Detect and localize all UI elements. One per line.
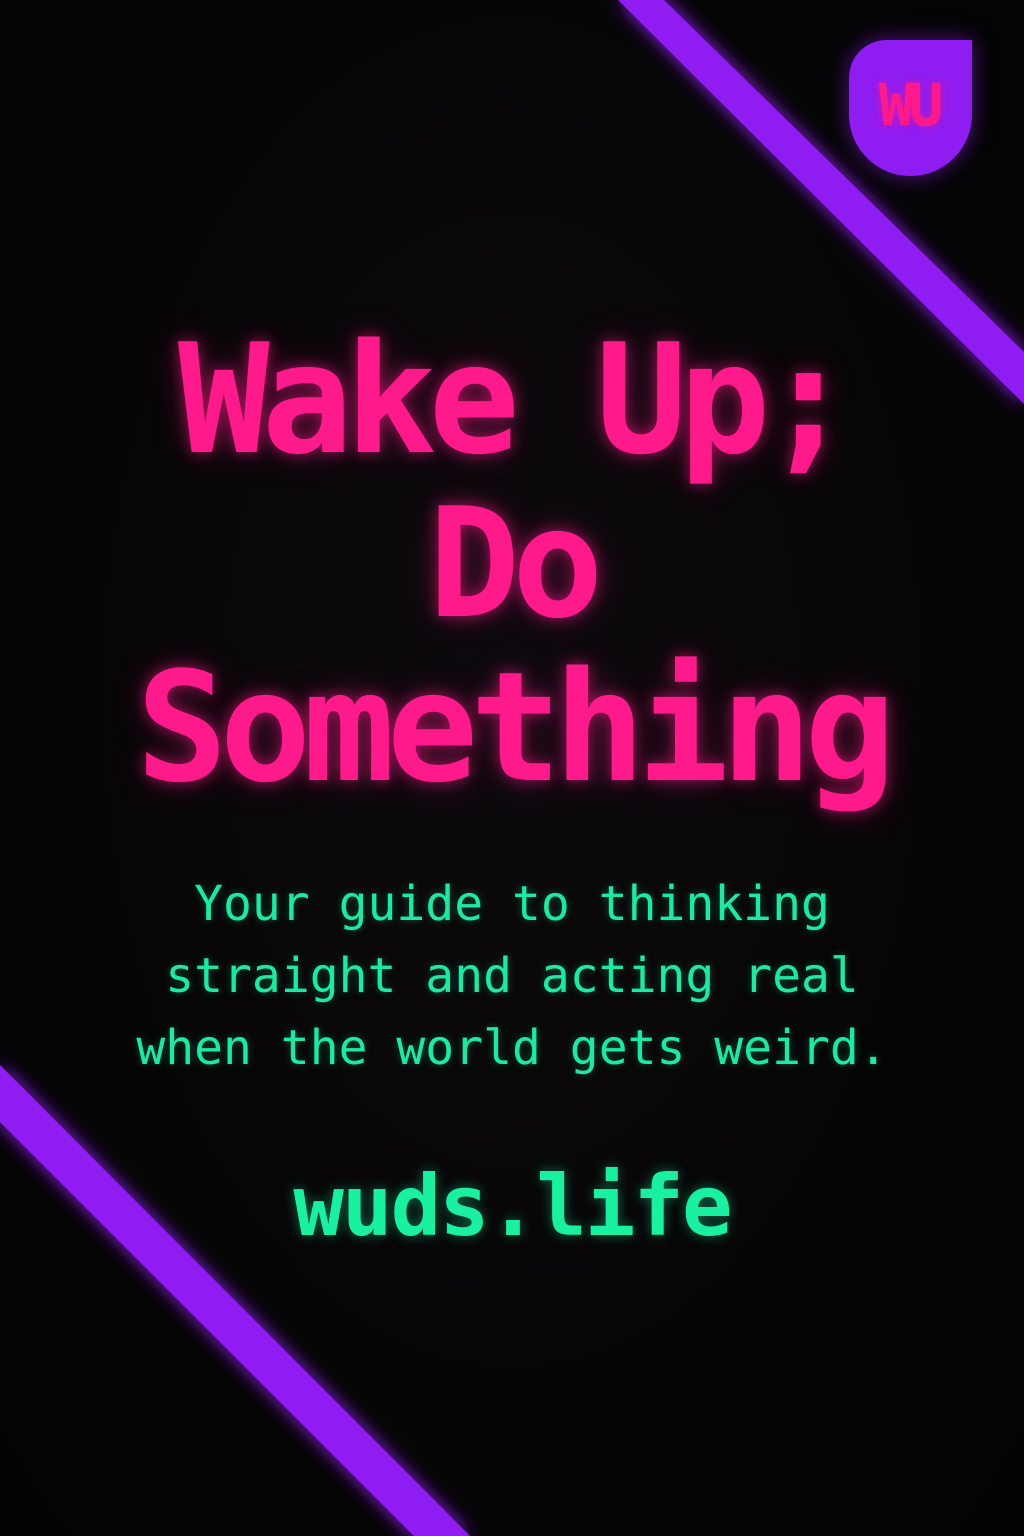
page-title: Wake Up; Do Something [0, 318, 1024, 810]
title-line-2: Do [428, 475, 603, 652]
wu-logo-badge: WU [849, 40, 972, 176]
title-line-3: Something [136, 639, 896, 816]
website-url[interactable]: wuds.life [0, 1156, 1024, 1256]
tagline: Your guide to thinking straight and acti… [0, 868, 1024, 1084]
tagline-line-2: straight and acting real [165, 948, 859, 1004]
poster: WU Wake Up; Do Something Your guide to t… [0, 0, 1024, 1536]
title-line-1: Wake Up; [177, 311, 854, 488]
tagline-line-1: Your guide to thinking [194, 876, 830, 932]
logo-text: WU [878, 71, 944, 139]
tagline-line-3: when the world gets weird. [136, 1020, 888, 1076]
bottom-left-stripe [0, 1065, 470, 1536]
